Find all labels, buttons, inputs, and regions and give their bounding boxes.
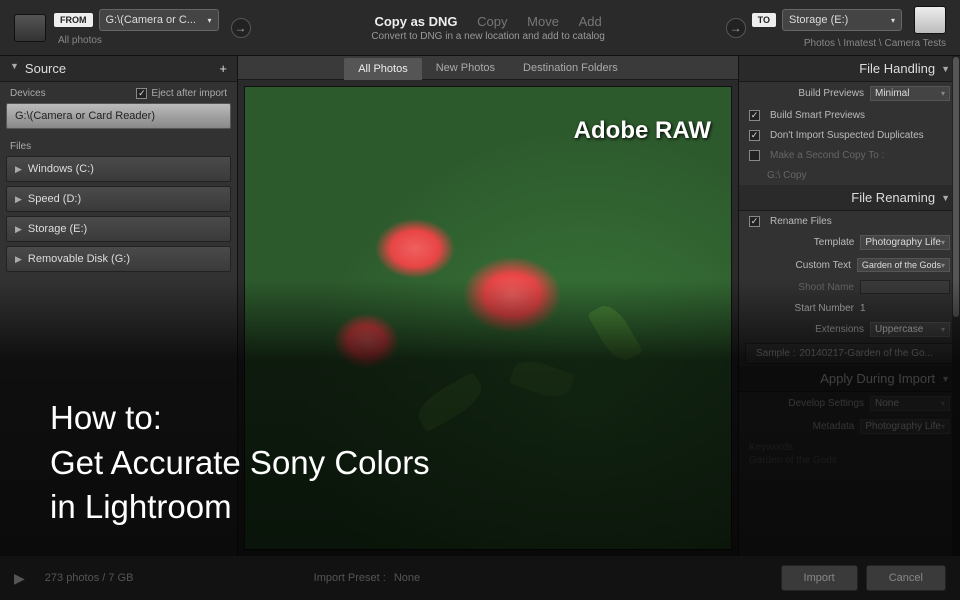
- right-panel: File Handling▼ Build Previews Minimal▾ ✓B…: [738, 56, 960, 556]
- from-sub: All photos: [58, 35, 225, 46]
- sample-value: 20140217-Garden of the Go...: [799, 348, 932, 359]
- drive-windows[interactable]: ▶Windows (C:): [6, 156, 231, 182]
- top-center: Copy as DNG Copy Move Add Convert to DNG…: [257, 14, 720, 42]
- to-sub: Photos \ Imatest \ Camera Tests: [752, 38, 946, 49]
- drive-removable[interactable]: ▶Removable Disk (G:): [6, 246, 231, 272]
- custom-text-input[interactable]: Garden of the Gods▾: [857, 258, 950, 272]
- start-number-value: 1: [860, 303, 950, 314]
- source-title: Source: [25, 61, 66, 76]
- metadata-label: Metadata: [813, 421, 855, 432]
- devices-label: Devices: [10, 88, 46, 99]
- apply-header[interactable]: Apply During Import▼: [739, 366, 960, 392]
- to-path-text: Storage (E:): [789, 14, 848, 26]
- smart-previews-checkbox[interactable]: ✓Build Smart Previews: [739, 105, 960, 125]
- action-add[interactable]: Add: [579, 14, 602, 29]
- title-line-2: Get Accurate Sony Colors: [50, 441, 430, 486]
- second-copy-path: G:\ Copy: [767, 170, 806, 181]
- build-previews-label: Build Previews: [798, 88, 864, 99]
- tabs: All Photos New Photos Destination Folder…: [238, 56, 738, 80]
- device-row[interactable]: G:\(Camera or Card Reader): [6, 103, 231, 129]
- dest-drive-icon: [914, 6, 946, 34]
- scrollbar[interactable]: [952, 56, 960, 556]
- import-button[interactable]: Import: [781, 565, 858, 591]
- template-label: Template: [814, 237, 855, 248]
- shoot-name-input[interactable]: [860, 280, 950, 294]
- bottom-bar: ▶ 273 photos / 7 GB Import Preset : None…: [0, 556, 960, 600]
- action-subtitle: Convert to DNG in a new location and add…: [257, 31, 720, 42]
- from-path-text: G:\(Camera or C...: [106, 14, 196, 26]
- expand-icon[interactable]: ▶: [14, 570, 25, 587]
- develop-dropdown[interactable]: None▾: [870, 396, 950, 411]
- from-badge: FROM: [54, 13, 93, 27]
- source-header[interactable]: ▼Source +: [0, 56, 237, 82]
- tab-destination[interactable]: Destination Folders: [509, 56, 632, 79]
- extensions-label: Extensions: [815, 324, 864, 335]
- source-drive-icon: [14, 14, 46, 42]
- action-copy[interactable]: Copy: [477, 14, 507, 29]
- template-dropdown[interactable]: Photography Life▾: [860, 235, 950, 250]
- sample-label: Sample :: [756, 348, 795, 359]
- start-number-label: Start Number: [795, 303, 854, 314]
- files-label: Files: [10, 141, 31, 152]
- metadata-dropdown[interactable]: Photography Life▾: [860, 419, 950, 434]
- extensions-dropdown[interactable]: Uppercase▾: [870, 322, 950, 337]
- top-bar: FROM G:\(Camera or C... ▾ All photos → C…: [0, 0, 960, 56]
- develop-label: Develop Settings: [788, 398, 864, 409]
- watermark-text: Adobe RAW: [574, 117, 711, 145]
- keywords-label: Keywords: [749, 442, 793, 453]
- file-renaming-header[interactable]: File Renaming▼: [739, 185, 960, 211]
- tab-all-photos[interactable]: All Photos: [344, 58, 422, 80]
- add-source-icon[interactable]: +: [219, 61, 227, 76]
- keywords-value: Garden of the Gods: [749, 455, 837, 466]
- title-line-1: How to:: [50, 396, 430, 441]
- drive-speed[interactable]: ▶Speed (D:): [6, 186, 231, 212]
- second-copy-checkbox[interactable]: Make a Second Copy To :: [739, 145, 960, 165]
- title-overlay: How to: Get Accurate Sony Colors in Ligh…: [50, 396, 430, 530]
- custom-text-label: Custom Text: [796, 260, 851, 271]
- arrow-to-icon[interactable]: →: [726, 18, 746, 38]
- action-copy-dng[interactable]: Copy as DNG: [374, 14, 457, 29]
- action-move[interactable]: Move: [527, 14, 559, 29]
- shoot-name-label: Shoot Name: [798, 282, 854, 293]
- to-badge: TO: [752, 13, 776, 27]
- photo-count: 273 photos / 7 GB: [45, 572, 134, 584]
- rename-files-checkbox[interactable]: ✓Rename Files: [739, 211, 960, 231]
- preset-value[interactable]: None: [394, 572, 420, 584]
- file-handling-header[interactable]: File Handling▼: [739, 56, 960, 82]
- title-line-3: in Lightroom: [50, 485, 430, 530]
- build-previews-dropdown[interactable]: Minimal▾: [870, 86, 950, 101]
- tab-new-photos[interactable]: New Photos: [422, 56, 509, 79]
- scrollbar-thumb[interactable]: [953, 57, 959, 317]
- arrow-right-icon[interactable]: →: [231, 18, 251, 38]
- duplicates-checkbox[interactable]: ✓Don't Import Suspected Duplicates: [739, 125, 960, 145]
- from-path-dropdown[interactable]: G:\(Camera or C... ▾: [99, 9, 219, 31]
- drive-storage[interactable]: ▶Storage (E:): [6, 216, 231, 242]
- eject-checkbox[interactable]: ✓Eject after import: [136, 88, 227, 99]
- to-path-dropdown[interactable]: Storage (E:) ▾: [782, 9, 902, 31]
- cancel-button[interactable]: Cancel: [866, 565, 946, 591]
- preset-label: Import Preset :: [314, 572, 386, 584]
